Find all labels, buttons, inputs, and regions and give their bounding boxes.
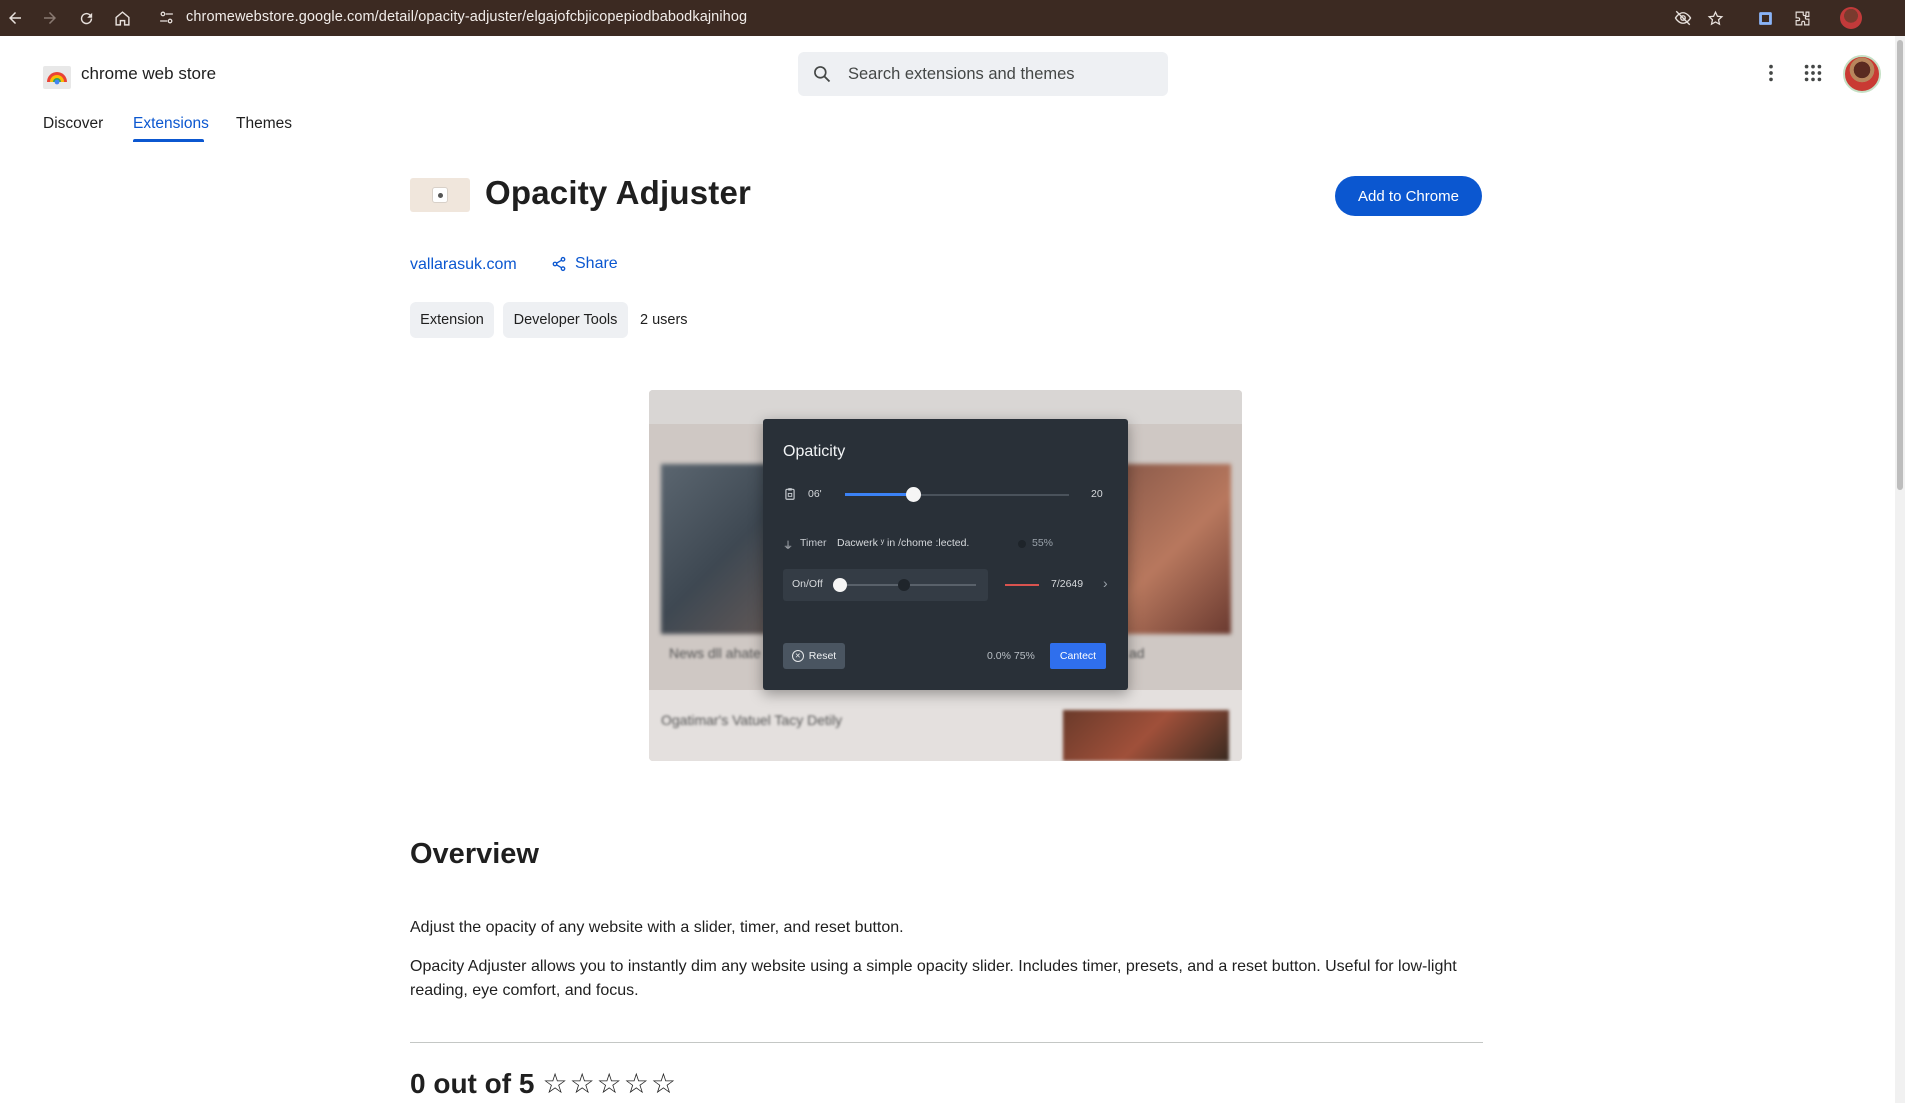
address-bar[interactable]: chromewebstore.google.com/detail/opacity…: [186, 9, 747, 25]
apps-grid-icon[interactable]: [1802, 62, 1824, 84]
timer-dot: [1018, 540, 1026, 548]
opacity-slider-knob: [906, 487, 921, 502]
share-button[interactable]: Share: [551, 255, 618, 273]
forward-icon[interactable]: [36, 4, 64, 32]
more-vert-icon[interactable]: [1760, 62, 1782, 84]
share-icon: [551, 256, 567, 272]
tab-extensions[interactable]: Extensions: [133, 115, 209, 133]
overview-description: Opacity Adjuster allows you to instantly…: [410, 958, 1457, 999]
counter-text: 7/2649: [1051, 578, 1084, 590]
store-name[interactable]: chrome web store: [81, 64, 216, 84]
reset-button: ✕ Reset: [783, 643, 845, 669]
back-icon[interactable]: [1, 4, 29, 32]
modal-title: Opaticity: [783, 443, 846, 460]
screenshot-bg-text-2: Ogatimar's Vatuel Tacy Detily: [661, 712, 843, 728]
search-input[interactable]: Search extensions and themes: [798, 52, 1168, 96]
star-icon: ☆: [623, 1068, 649, 1099]
page-title: Opacity Adjuster: [485, 174, 752, 211]
bookmark-star-icon[interactable]: [1701, 4, 1729, 32]
star-icon: ☆: [542, 1068, 568, 1099]
search-placeholder: Search extensions and themes: [848, 64, 1075, 83]
account-avatar[interactable]: [1843, 55, 1881, 93]
timer-text: Dacwerk ʸ in /chome :lected.: [837, 537, 970, 549]
store-logo[interactable]: [42, 62, 72, 90]
slider-left-value: 06': [808, 488, 822, 500]
tab-themes[interactable]: Themes: [236, 115, 292, 133]
slider-right-value: 20: [1091, 488, 1103, 500]
share-label: Share: [575, 255, 618, 272]
extension-screenshot[interactable]: News dll ahate ad Ogatimar's Vatuel Tacy…: [649, 390, 1242, 761]
timer-icon: ⏚: [783, 541, 793, 552]
screenshot-bg-text-3: ad: [1129, 645, 1145, 661]
add-to-chrome-button[interactable]: Add to Chrome: [1335, 176, 1482, 216]
clipboard-icon: [783, 487, 797, 501]
chip-extension[interactable]: Extension: [410, 302, 494, 338]
user-count: 2 users: [640, 312, 688, 328]
screenshot-bg-text-1: News dll ahate: [669, 645, 761, 661]
overview-summary: Adjust the opacity of any website with a…: [410, 919, 904, 936]
timer-label: Timer: [800, 537, 827, 549]
star-icon: ☆: [650, 1068, 676, 1099]
screenshot-bg-image-bottom: [1063, 710, 1229, 761]
onoff-label: On/Off: [792, 578, 823, 590]
percent-text: 0.0% 75%: [987, 650, 1035, 662]
extension-icon: [410, 178, 470, 212]
onoff-mid-knob: [898, 579, 910, 591]
overview-heading: Overview: [410, 838, 539, 870]
rating-text: 0 out of 5: [410, 1068, 535, 1099]
chevron-right-icon: ›: [1103, 575, 1108, 591]
eye-off-icon[interactable]: [1669, 4, 1697, 32]
connect-button: Cantect: [1050, 643, 1106, 669]
opacity-modal: Opaticity 06' 20 ⏚ Timer Dacwerk ʸ in /c…: [763, 419, 1128, 690]
profile-avatar[interactable]: [1840, 7, 1862, 29]
browser-toolbar: chromewebstore.google.com/detail/opacity…: [0, 0, 1905, 36]
reset-label: Reset: [808, 650, 837, 662]
site-info-icon[interactable]: [158, 9, 175, 26]
search-icon: [812, 64, 832, 84]
rating-summary: 0 out of 5 ☆ ☆ ☆ ☆ ☆: [410, 1068, 678, 1100]
extension-square-icon[interactable]: [1751, 4, 1779, 32]
onoff-knob: [833, 578, 847, 592]
opacity-slider-fill: [845, 493, 913, 496]
star-icon: ☆: [569, 1068, 595, 1099]
puzzle-icon[interactable]: [1788, 4, 1816, 32]
scrollbar-thumb[interactable]: [1897, 40, 1903, 490]
reset-icon: ✕: [791, 650, 804, 662]
active-tab-indicator: [133, 139, 204, 142]
home-icon[interactable]: [108, 4, 136, 32]
reload-icon[interactable]: [72, 4, 100, 32]
tab-discover[interactable]: Discover: [43, 115, 103, 133]
section-divider: [410, 1042, 1483, 1043]
red-indicator-line: [1005, 584, 1039, 586]
screenshot-bg-image-right: [1119, 464, 1231, 634]
timer-percent: 55%: [1032, 537, 1054, 549]
chip-developer-tools[interactable]: Developer Tools: [503, 302, 628, 338]
developer-link[interactable]: vallarasuk.com: [410, 256, 517, 274]
star-icon: ☆: [596, 1068, 622, 1099]
